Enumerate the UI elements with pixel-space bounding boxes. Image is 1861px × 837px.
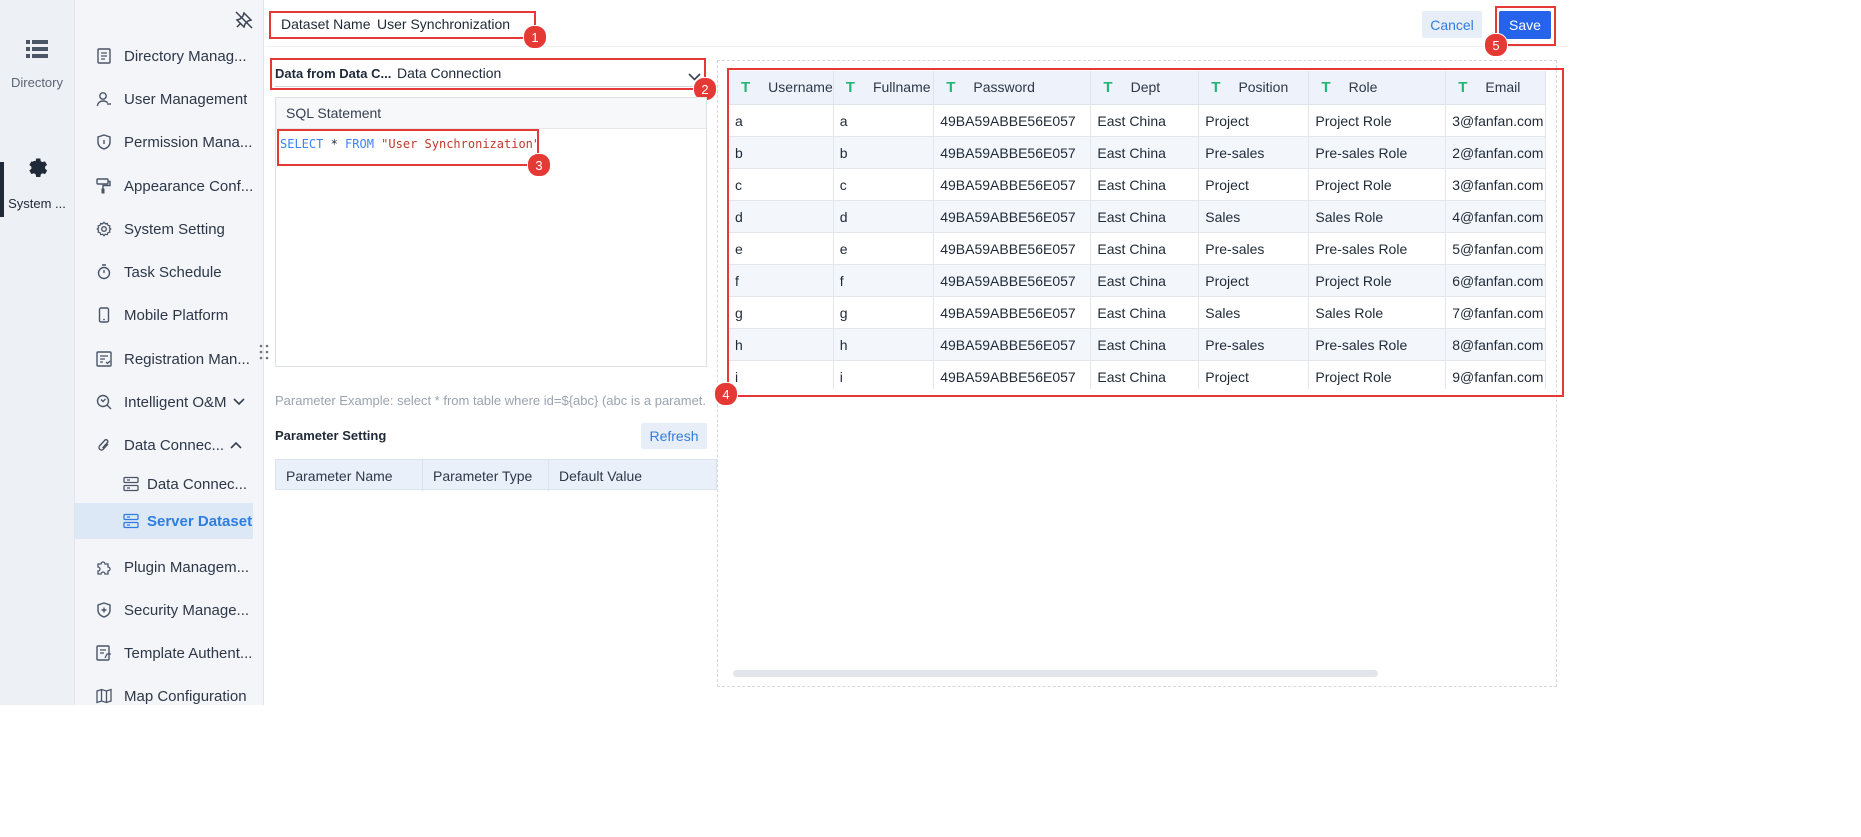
sidebar-item-data-connection[interactable]: Data Connec... bbox=[75, 427, 264, 463]
user-icon bbox=[96, 91, 112, 107]
shield-plus-icon bbox=[96, 602, 112, 618]
sidebar-item-system-setting[interactable]: System Setting bbox=[75, 211, 264, 247]
unpin-icon[interactable] bbox=[235, 11, 253, 32]
highlight-box-preview bbox=[727, 68, 1564, 397]
list-icon bbox=[0, 40, 74, 61]
parameter-setting-title: Parameter Setting bbox=[275, 428, 387, 443]
refresh-button[interactable]: Refresh bbox=[641, 423, 707, 449]
sidebar-item-label: Plugin Managem... bbox=[124, 558, 250, 576]
puzzle-icon bbox=[96, 559, 112, 575]
sidebar-item-label: Intelligent O&M bbox=[124, 393, 227, 411]
sidebar-item-template-authentication[interactable]: Template Authent... bbox=[75, 635, 264, 671]
map-icon bbox=[96, 688, 112, 704]
sidebar-item-label: Security Manage... bbox=[124, 601, 250, 619]
sidebar-item-label: Registration Man... bbox=[124, 350, 250, 368]
chevron-up-icon bbox=[230, 438, 242, 452]
sidebar-item-user-management[interactable]: User Management bbox=[75, 81, 264, 117]
sidebar-item-label: System Setting bbox=[124, 220, 225, 238]
sidebar-subitem-data-connection[interactable]: Data Connec... bbox=[75, 466, 264, 502]
sidebar-item-label: Directory Manag... bbox=[124, 47, 247, 65]
sidebar-item-label: Appearance Conf... bbox=[124, 177, 254, 195]
sidebar-item-plugin-management[interactable]: Plugin Managem... bbox=[75, 549, 264, 585]
sidebar-item-appearance-configuration[interactable]: Appearance Conf... bbox=[75, 168, 264, 204]
column-header: Default Value bbox=[559, 467, 643, 484]
sidebar-item-label: Permission Mana... bbox=[124, 133, 253, 151]
callout-badge: 3 bbox=[527, 153, 551, 177]
rail-label: Directory bbox=[10, 75, 63, 90]
sidebar-item-label: Task Schedule bbox=[124, 263, 222, 281]
sidebar-item-label: Mobile Platform bbox=[124, 306, 229, 324]
paperclip-icon bbox=[96, 437, 112, 453]
shield-icon bbox=[96, 134, 112, 150]
sidebar-item-mobile-platform[interactable]: Mobile Platform bbox=[75, 297, 264, 333]
callout-badge: 1 bbox=[523, 25, 547, 49]
gear-icon bbox=[96, 221, 112, 237]
sidebar-item-permission-management[interactable]: Permission Mana... bbox=[75, 124, 264, 160]
chevron-down-icon bbox=[232, 395, 245, 409]
drag-handle-icon[interactable] bbox=[259, 344, 269, 363]
app-rail: Directory System ... bbox=[0, 0, 75, 705]
rail-item-directory[interactable]: Directory bbox=[0, 40, 74, 90]
sidebar-item-label: Data Connec... bbox=[124, 436, 225, 454]
server-icon bbox=[123, 476, 139, 492]
sidebar-subitem-server-dataset[interactable]: Server Dataset bbox=[75, 503, 253, 539]
stopwatch-icon bbox=[96, 264, 112, 280]
sidebar-item-security-management[interactable]: Security Manage... bbox=[75, 592, 264, 628]
dataset-icon bbox=[123, 513, 139, 529]
cancel-button[interactable]: Cancel bbox=[1422, 11, 1482, 38]
rail-label: System ... bbox=[8, 196, 66, 211]
sidebar: Directory Manag... User Management Permi… bbox=[75, 0, 264, 705]
callout-badge: 5 bbox=[1484, 33, 1508, 57]
sidebar-item-label: Map Configuration bbox=[124, 687, 247, 705]
sidebar-item-label: User Management bbox=[124, 90, 248, 108]
template-icon bbox=[96, 645, 112, 661]
column-header: Parameter Type bbox=[423, 460, 549, 491]
gear-icon bbox=[0, 155, 74, 182]
sidebar-item-intelligent-om[interactable]: Intelligent O&M bbox=[75, 384, 264, 420]
sidebar-item-label: Data Connec... bbox=[147, 475, 248, 493]
sidebar-item-directory-management[interactable]: Directory Manag... bbox=[75, 38, 264, 74]
sidebar-item-task-schedule[interactable]: Task Schedule bbox=[75, 254, 264, 290]
sql-statement-header: SQL Statement bbox=[276, 98, 706, 129]
registration-icon bbox=[96, 351, 112, 367]
callout-badge: 4 bbox=[714, 382, 738, 406]
mobile-icon bbox=[96, 307, 112, 323]
highlight-box-data-source bbox=[270, 58, 706, 90]
horizontal-scrollbar[interactable] bbox=[733, 670, 1378, 677]
column-header: Parameter Name bbox=[276, 460, 423, 491]
highlight-box-sql bbox=[277, 129, 539, 166]
parameter-table-header: Parameter Name Parameter Type Default Va… bbox=[275, 459, 717, 491]
parameter-hint: Parameter Example: select * from table w… bbox=[275, 393, 705, 408]
document-icon bbox=[96, 48, 112, 64]
sidebar-item-label: Template Authent... bbox=[124, 644, 253, 662]
sidebar-item-map-configuration[interactable]: Map Configuration bbox=[75, 678, 264, 714]
rail-item-system[interactable]: System ... bbox=[0, 155, 74, 211]
sidebar-item-label: Server Dataset bbox=[147, 512, 253, 530]
highlight-box-dataset-name bbox=[269, 11, 536, 39]
paint-roller-icon bbox=[96, 178, 112, 194]
om-icon bbox=[96, 394, 112, 410]
sidebar-item-registration-management[interactable]: Registration Man... bbox=[75, 341, 264, 377]
